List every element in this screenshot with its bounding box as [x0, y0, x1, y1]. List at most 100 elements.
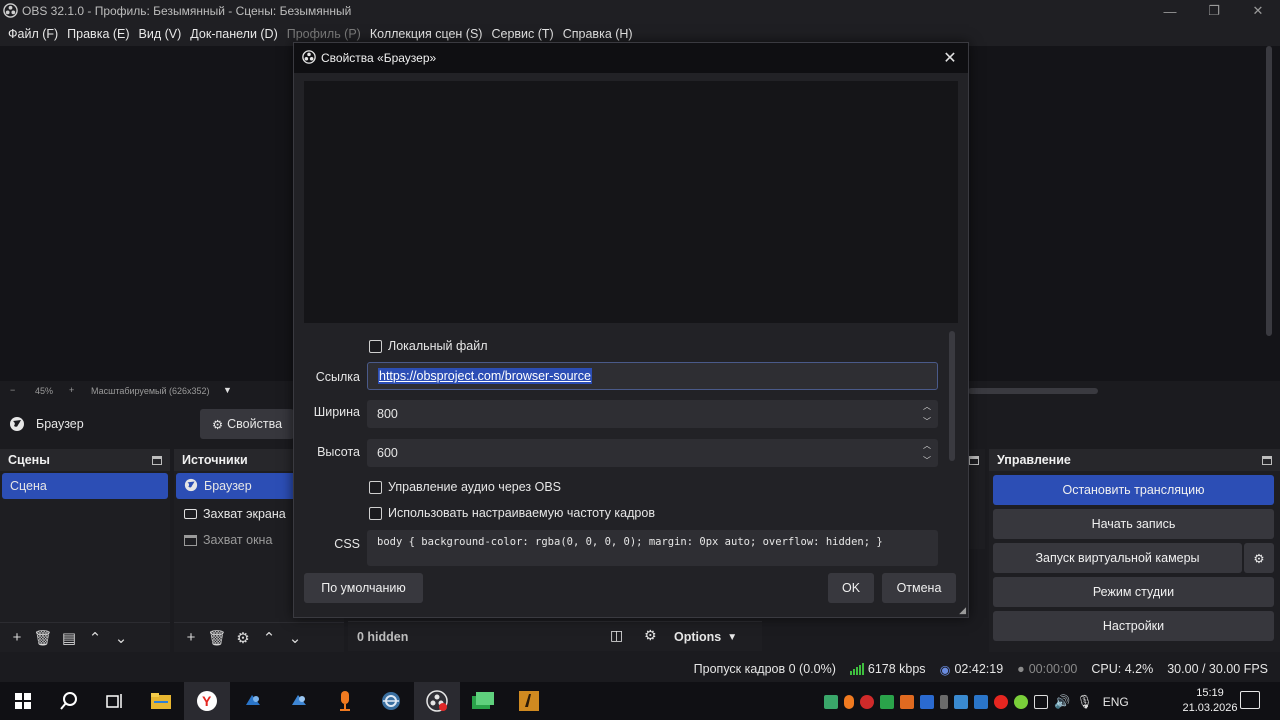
- trash-icon[interactable]: 🗑: [206, 627, 228, 649]
- notifications-icon[interactable]: [1240, 691, 1260, 709]
- scenes-title: Сцены: [8, 453, 50, 467]
- tray-app-icon[interactable]: [900, 695, 914, 709]
- gear-icon[interactable]: ⚙: [232, 627, 254, 649]
- close-window-button[interactable]: ✕: [1236, 0, 1280, 22]
- checkbox-box[interactable]: [369, 480, 382, 494]
- properties-button[interactable]: ⚙ Свойства: [200, 409, 294, 439]
- checkbox-box[interactable]: [369, 506, 382, 520]
- chevron-up-icon[interactable]: ︿: [923, 401, 931, 412]
- css-textarea[interactable]: body { background-color: rgba(0, 0, 0, 0…: [367, 530, 938, 566]
- settings-button[interactable]: Настройки: [993, 611, 1274, 641]
- scale-dropdown-icon[interactable]: ▼: [223, 385, 232, 395]
- clock[interactable]: 15:19 21.03.2026: [1180, 686, 1240, 716]
- horizontal-scrollbar[interactable]: [968, 388, 1098, 394]
- audio-control-checkbox[interactable]: Управление аудио через OBS: [369, 480, 561, 494]
- tray-mic-app-icon[interactable]: [844, 695, 854, 709]
- steam-icon[interactable]: [276, 682, 322, 720]
- start-recording-button[interactable]: Начать запись: [993, 509, 1274, 539]
- browser-properties-dialog: Свойства «Браузер» ✕ Локальный файл Ссыл…: [293, 42, 969, 618]
- search-icon[interactable]: [46, 682, 92, 720]
- checkbox-box[interactable]: [369, 339, 382, 353]
- custom-fps-checkbox[interactable]: Использовать настраиваемую частоту кадро…: [369, 506, 655, 520]
- tray-app-icon[interactable]: [940, 695, 948, 709]
- yandex-browser-icon[interactable]: Y: [184, 682, 230, 720]
- tray-record-icon[interactable]: [860, 695, 874, 709]
- game-icon[interactable]: [506, 682, 552, 720]
- menu-file[interactable]: Файл (F): [6, 27, 65, 41]
- chevron-down-icon[interactable]: ﹀: [923, 455, 931, 466]
- steam-icon[interactable]: [230, 682, 276, 720]
- arrow-up-icon[interactable]: ⌃: [258, 627, 280, 649]
- preview-scrollbar[interactable]: [1266, 46, 1272, 336]
- close-icon[interactable]: ✕: [940, 48, 960, 68]
- menu-tools[interactable]: Сервис (T): [489, 27, 560, 41]
- undock-icon[interactable]: [1262, 455, 1272, 465]
- task-view-icon[interactable]: [92, 682, 138, 720]
- height-stepper[interactable]: ︿ ﹀: [920, 440, 934, 466]
- chevron-up-icon[interactable]: ︿: [923, 440, 931, 451]
- scene-item-label: Сцена: [10, 479, 47, 493]
- app-globe-icon[interactable]: [368, 682, 414, 720]
- columns-icon[interactable]: ◫: [610, 627, 623, 644]
- arrow-up-icon[interactable]: ⌃: [84, 627, 106, 649]
- app-orange-icon[interactable]: [322, 682, 368, 720]
- width-spinbox[interactable]: 800 ︿ ﹀: [367, 400, 938, 428]
- local-file-checkbox[interactable]: Локальный файл: [369, 339, 488, 353]
- file-explorer-icon[interactable]: [138, 682, 184, 720]
- menu-edit[interactable]: Правка (E): [65, 27, 136, 41]
- width-stepper[interactable]: ︿ ﹀: [920, 401, 934, 427]
- defaults-button[interactable]: По умолчанию: [304, 573, 423, 603]
- maximize-button[interactable]: ❐: [1192, 0, 1236, 22]
- tray-steam-icon[interactable]: [974, 695, 988, 709]
- tray-app-icon[interactable]: [1034, 695, 1048, 709]
- virtual-camera-settings-button[interactable]: ⚙: [1244, 543, 1274, 573]
- url-field[interactable]: https://obsproject.com/browser-source: [367, 362, 938, 390]
- local-file-label: Локальный файл: [388, 339, 488, 353]
- undock-icon[interactable]: [969, 456, 979, 465]
- tray-app-icon[interactable]: [920, 695, 934, 709]
- clock-date: 21.03.2026: [1182, 702, 1238, 714]
- menu-scene-collection[interactable]: Коллекция сцен (S): [368, 27, 490, 41]
- height-value: 600: [377, 446, 398, 460]
- properties-scrollbar[interactable]: [949, 331, 955, 461]
- obs-icon[interactable]: [414, 682, 460, 720]
- menu-docks[interactable]: Док-панели (D): [188, 27, 284, 41]
- start-icon[interactable]: [0, 682, 46, 720]
- stop-stream-button[interactable]: Остановить трансляцию: [993, 475, 1274, 505]
- chevron-down-icon[interactable]: ﹀: [923, 416, 931, 427]
- studio-mode-button[interactable]: Режим студии: [993, 577, 1274, 607]
- ok-button[interactable]: OK: [828, 573, 874, 603]
- options-dropdown[interactable]: Options ▼: [674, 626, 754, 648]
- tray-app-icon[interactable]: [1014, 695, 1028, 709]
- add-icon[interactable]: +: [180, 627, 202, 649]
- add-icon[interactable]: +: [6, 627, 28, 649]
- arrow-down-icon[interactable]: ⌄: [284, 627, 306, 649]
- scene-item[interactable]: Сцена: [2, 473, 168, 499]
- bitrate-value: 6178 kbps: [867, 662, 926, 676]
- tray-yandex-icon[interactable]: [994, 695, 1008, 709]
- selected-source-name: Браузер: [36, 417, 84, 431]
- record-time-value: 00:00:00: [1028, 662, 1078, 676]
- virtual-camera-button[interactable]: Запуск виртуальной камеры: [993, 543, 1242, 573]
- undock-icon[interactable]: [152, 455, 162, 465]
- cancel-button[interactable]: Отмена: [882, 573, 956, 603]
- microphone-icon[interactable]: 🎙: [1076, 694, 1093, 710]
- tray-app-icon[interactable]: [954, 695, 968, 709]
- tray-app-icon[interactable]: [824, 695, 838, 709]
- minimize-button[interactable]: —: [1148, 0, 1192, 22]
- arrow-down-icon[interactable]: ⌄: [110, 627, 132, 649]
- zoom-in-button[interactable]: +: [69, 385, 74, 395]
- height-spinbox[interactable]: 600 ︿ ﹀: [367, 439, 938, 467]
- trash-icon[interactable]: 🗑: [32, 627, 54, 649]
- menu-view[interactable]: Вид (V): [137, 27, 189, 41]
- scale-mode-label: Масштабируемый (626x352): [91, 386, 210, 396]
- tray-app-icon[interactable]: [880, 695, 894, 709]
- app-green-icon[interactable]: [460, 682, 506, 720]
- resize-grip-icon[interactable]: ◢: [959, 605, 966, 616]
- menu-help[interactable]: Справка (H): [561, 27, 640, 41]
- language-indicator[interactable]: ENG: [1103, 695, 1129, 709]
- volume-icon[interactable]: 🔊: [1054, 694, 1070, 710]
- zoom-out-button[interactable]: −: [10, 385, 15, 395]
- gear-icon[interactable]: ⚙: [644, 627, 657, 644]
- filter-icon[interactable]: ▤: [58, 627, 80, 649]
